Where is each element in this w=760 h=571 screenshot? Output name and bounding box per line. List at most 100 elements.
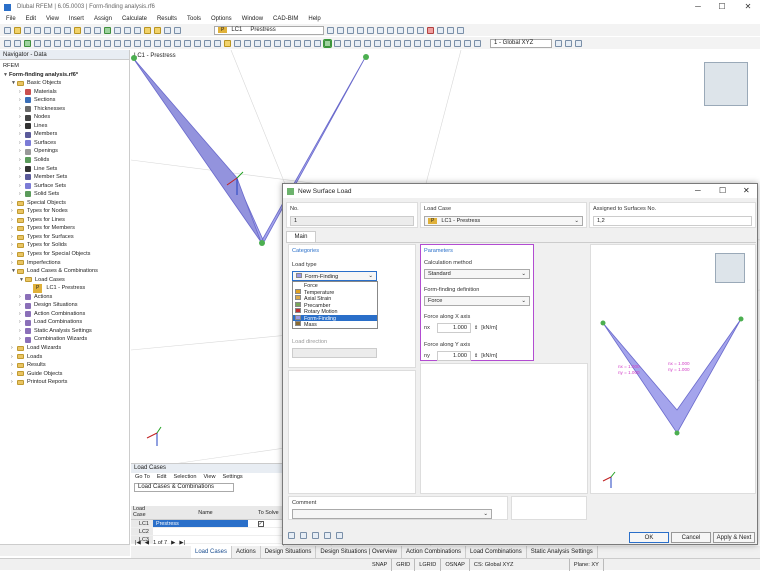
tree-item[interactable]: › Lines: [0, 122, 129, 131]
assigned-field[interactable]: 1,2: [593, 216, 752, 226]
load7-icon[interactable]: [144, 39, 151, 47]
tree-item[interactable]: › Nodes: [0, 113, 129, 122]
node-icon[interactable]: [4, 39, 11, 47]
surface-load-icon[interactable]: [323, 38, 332, 48]
load38-icon[interactable]: [464, 39, 471, 47]
view2-icon[interactable]: [94, 26, 101, 34]
dlg-tool1-icon[interactable]: [288, 532, 295, 539]
tree-root[interactable]: RFEM: [0, 62, 129, 71]
results-icon[interactable]: [74, 26, 81, 34]
lc-menu-item[interactable]: Go To: [135, 473, 150, 482]
tool7-icon[interactable]: [437, 26, 444, 34]
tab-load-cases[interactable]: Load Cases: [191, 546, 233, 558]
load29-icon[interactable]: [374, 39, 381, 47]
cs2-icon[interactable]: [565, 39, 572, 47]
load11-icon[interactable]: [184, 39, 191, 47]
close-button[interactable]: ✕: [736, 0, 760, 14]
tree-item[interactable]: ▼ Basic Objects: [0, 79, 129, 88]
fx-stepper-icon[interactable]: ⇕: [474, 325, 478, 331]
menu-help[interactable]: Help: [308, 16, 320, 22]
tree-item[interactable]: › Load Combinations: [0, 318, 129, 327]
tree-item[interactable]: › Loads: [0, 353, 129, 362]
no-field[interactable]: 1: [290, 216, 414, 226]
load9-icon[interactable]: [164, 39, 171, 47]
tree-item[interactable]: › Imperfections: [0, 259, 129, 268]
display6-icon[interactable]: [397, 26, 404, 34]
minimize-button[interactable]: ─: [686, 0, 710, 14]
load18-icon[interactable]: [254, 39, 261, 47]
load24-icon[interactable]: [314, 39, 321, 47]
tree-item[interactable]: › Types for Members: [0, 224, 129, 233]
load25-icon[interactable]: [334, 39, 341, 47]
next-lc-icon[interactable]: [337, 26, 344, 34]
display2-icon[interactable]: [357, 26, 364, 34]
load36-icon[interactable]: [444, 39, 451, 47]
tree-item[interactable]: › Design Situations: [0, 301, 129, 310]
first-page-icon[interactable]: |◀: [135, 540, 141, 546]
menu-calculate[interactable]: Calculate: [122, 16, 147, 22]
tab-actions[interactable]: Actions: [232, 546, 261, 558]
tree-item[interactable]: › Action Combinations: [0, 310, 129, 319]
load6-icon[interactable]: [134, 39, 141, 47]
tree-item[interactable]: › Surface Sets: [0, 182, 129, 191]
tab-static-analysis-settings[interactable]: Static Analysis Settings: [527, 546, 598, 558]
tree-item[interactable]: › Combination Wizards: [0, 336, 129, 345]
tab-design-situations-overview[interactable]: Design Situations | Overview: [316, 546, 403, 558]
fx-input[interactable]: 1.000: [437, 323, 471, 333]
tree-item[interactable]: › Types for Nodes: [0, 207, 129, 216]
menu-edit[interactable]: Edit: [26, 16, 36, 22]
tree-item[interactable]: P LC1 - Prestress: [0, 284, 129, 293]
dialog-minimize-button[interactable]: ─: [695, 186, 701, 195]
tab-load-combinations[interactable]: Load Combinations: [466, 546, 527, 558]
view-cube[interactable]: [704, 62, 748, 106]
display5-icon[interactable]: [387, 26, 394, 34]
tree-item[interactable]: › Openings: [0, 147, 129, 156]
table-row[interactable]: LC2: [131, 528, 283, 536]
load37-icon[interactable]: [454, 39, 461, 47]
tree-item[interactable]: › Static Analysis Settings: [0, 327, 129, 336]
table-icon[interactable]: [114, 26, 121, 34]
tree-item[interactable]: › Results: [0, 361, 129, 370]
load20-icon[interactable]: [274, 39, 281, 47]
tool1-icon[interactable]: [124, 26, 131, 34]
menu-options[interactable]: Options: [211, 16, 232, 22]
cancel-button[interactable]: Cancel: [671, 532, 711, 543]
surface-icon[interactable]: [34, 39, 41, 47]
tree-item[interactable]: ▼ Load Cases: [0, 276, 129, 285]
load13-icon[interactable]: [204, 39, 211, 47]
tool2-icon[interactable]: [134, 26, 141, 34]
member-icon[interactable]: [24, 39, 31, 47]
tree-item[interactable]: › Types for Solids: [0, 241, 129, 250]
menu-results[interactable]: Results: [157, 16, 177, 22]
tree-item[interactable]: › Surfaces: [0, 139, 129, 148]
tool3-icon[interactable]: [144, 26, 151, 34]
load-cases-combo[interactable]: Load Cases & Combinations: [134, 482, 234, 492]
tree-item[interactable]: › Load Wizards: [0, 344, 129, 353]
load4-icon[interactable]: [114, 39, 121, 47]
delete-icon[interactable]: [427, 26, 434, 34]
preview-view-cube[interactable]: [715, 253, 745, 283]
load34-icon[interactable]: [424, 39, 431, 47]
tree-item[interactable]: › Printout Reports: [0, 378, 129, 387]
tab-design-situations[interactable]: Design Situations: [261, 546, 317, 558]
tree-item[interactable]: ▼ Load Cases & Combinations: [0, 267, 129, 276]
display4-icon[interactable]: [377, 26, 384, 34]
tree-item[interactable]: › Types for Surfaces: [0, 233, 129, 242]
calc-icon[interactable]: [64, 26, 71, 34]
lc-menu-item[interactable]: View: [203, 473, 215, 482]
save-icon[interactable]: [24, 26, 31, 34]
name-cell[interactable]: Prestress: [153, 520, 248, 527]
menu-view[interactable]: View: [46, 16, 59, 22]
load31-icon[interactable]: [394, 39, 401, 47]
load15-icon[interactable]: [224, 39, 231, 47]
load23-icon[interactable]: [304, 39, 311, 47]
redo-icon[interactable]: [54, 26, 61, 34]
tool6-icon[interactable]: [174, 26, 181, 34]
tree-item[interactable]: › Sections: [0, 96, 129, 105]
load5-icon[interactable]: [124, 39, 131, 47]
solid-icon[interactable]: [44, 39, 51, 47]
name-cell[interactable]: [153, 528, 248, 535]
load16-icon[interactable]: [234, 39, 241, 47]
load2-icon[interactable]: [94, 39, 101, 47]
lc-menu-item[interactable]: Settings: [223, 473, 243, 482]
